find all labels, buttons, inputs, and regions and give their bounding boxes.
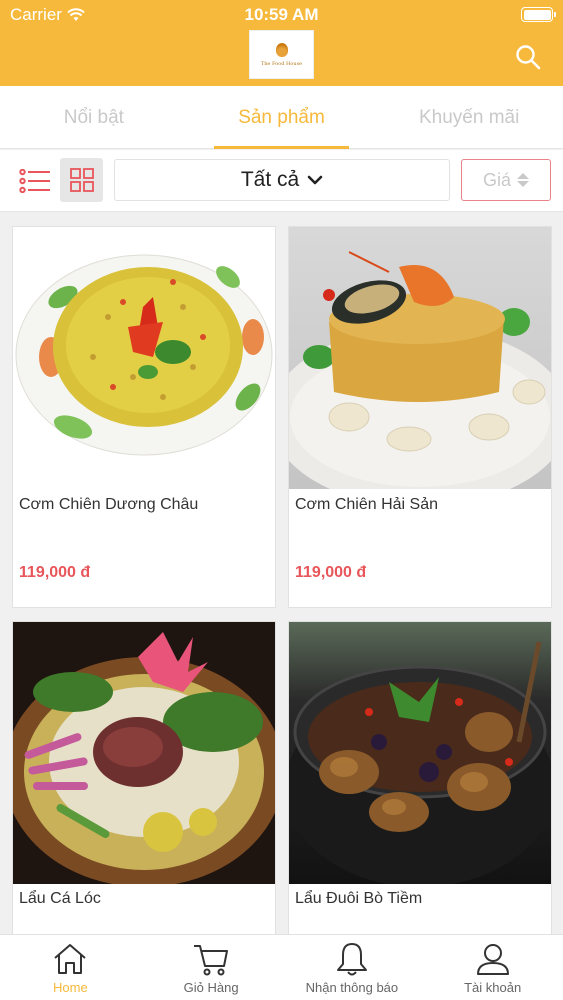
category-tabs: Nổi bật Sản phẩm Khuyến mãi (0, 86, 563, 149)
product-price: 119,000 đ (19, 564, 91, 581)
product-name: Lẩu Đuôi Bò Tiềm (295, 890, 423, 907)
list-view-icon (19, 169, 50, 193)
tab-san-pham[interactable]: Sản phẩm (188, 86, 376, 149)
clock: 10:59 AM (244, 5, 319, 24)
home-icon (54, 944, 87, 974)
category-value: Tất cả (240, 168, 300, 191)
user-icon (476, 944, 509, 975)
hotpot-fish-illustration (13, 632, 275, 884)
product-name: Cơm Chiên Hải Sản (295, 496, 438, 513)
bell-icon (336, 943, 367, 976)
price-sort-label: Giá (482, 169, 511, 190)
product-card[interactable]: Lẩu Cá Lóc (12, 621, 276, 941)
search-icon[interactable] (515, 44, 541, 70)
product-image (13, 227, 275, 489)
logo-text: The Food House (260, 60, 303, 67)
nav-cart[interactable]: Giỏ Hàng (141, 935, 282, 1000)
nav-notifications[interactable]: Nhận thông báo (282, 935, 423, 1000)
bottom-nav: Home Giỏ Hàng Nhận thông báo Tài khoản (0, 934, 563, 1000)
product-card[interactable]: Lẩu Đuôi Bò Tiềm (288, 621, 552, 941)
product-card[interactable]: Cơm Chiên Hải Sản 119,000 đ (288, 226, 552, 608)
nav-label: Giỏ Hàng (183, 980, 239, 995)
nav-label: Tài khoản (464, 980, 522, 995)
grid-view-icon (69, 168, 94, 192)
product-price: 119,000 đ (295, 564, 367, 581)
fried-rice-illustration (15, 254, 273, 456)
cart-icon (194, 945, 229, 976)
seafood-fried-rice-illustration (289, 251, 551, 489)
product-name: Cơm Chiên Dương Châu (19, 496, 199, 513)
nav-label: Nhận thông báo (305, 980, 399, 995)
status-bar: Carrier 10:59 AM (0, 0, 563, 30)
nav-label: Home (53, 980, 88, 995)
tab-noi-bat[interactable]: Nổi bật (0, 86, 188, 148)
brand-logo[interactable]: The Food House (249, 30, 314, 79)
battery-icon (521, 7, 556, 22)
product-image (13, 622, 275, 884)
app-header: Carrier 10:59 AM The Food House (0, 0, 563, 86)
oxtail-hotpot-illustration (289, 641, 551, 884)
sort-arrows-icon (517, 173, 529, 187)
product-image (289, 227, 551, 489)
product-name: Lẩu Cá Lóc (19, 890, 101, 907)
chevron-down-icon (307, 175, 323, 185)
product-card[interactable]: Cơm Chiên Dương Châu 119,000 đ (12, 226, 276, 608)
grid-view-button[interactable] (60, 158, 103, 202)
nav-account[interactable]: Tài khoản (422, 935, 563, 1000)
price-sort-button[interactable]: Giá (461, 159, 551, 201)
product-image (289, 622, 551, 884)
nav-home[interactable]: Home (0, 935, 141, 1000)
list-view-button[interactable] (14, 160, 56, 202)
filter-bar: Tất cả Giá (0, 150, 563, 212)
category-dropdown[interactable]: Tất cả (114, 159, 450, 201)
flame-logo-icon (275, 42, 288, 57)
tab-khuyen-mai[interactable]: Khuyến mãi (375, 86, 563, 148)
